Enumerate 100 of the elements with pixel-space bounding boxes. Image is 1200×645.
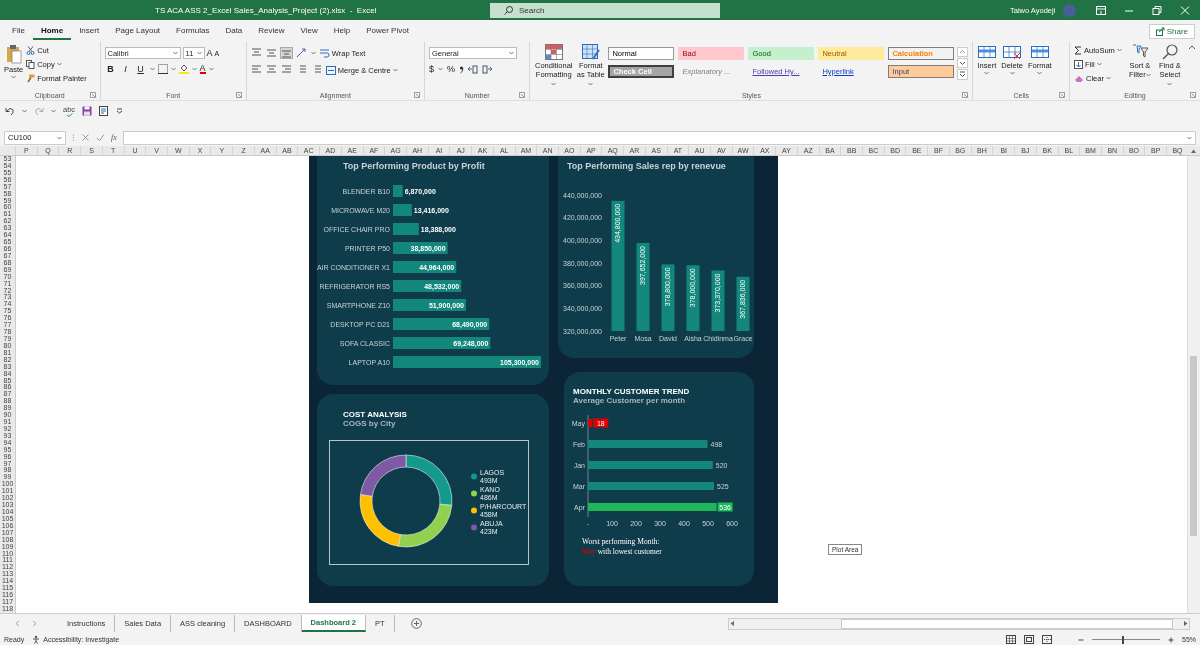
increase-decimal-icon[interactable] [468,64,478,74]
dialog-launcher-icon[interactable] [235,92,242,98]
window-title: TS ACA ASS 2_Excel Sales_Analysis_Project (2).xlsx - Excel [155,5,378,15]
increase-font-button[interactable]: A [206,48,213,58]
table-grid-icon [544,44,563,60]
text-orientation-icon[interactable] [295,48,307,58]
scroll-up-icon[interactable] [1190,147,1198,154]
more-icon[interactable] [957,69,969,80]
scroll-right-icon[interactable] [1183,620,1189,627]
insert-function-button[interactable]: fx [111,133,117,142]
caret-icon [1096,62,1102,66]
prev-sheet-icon[interactable] [14,620,20,627]
zoom-out-icon[interactable] [1078,636,1084,643]
save-icon[interactable] [82,106,93,116]
scroll-down-icon[interactable] [957,58,969,68]
page-layout-icon[interactable] [1024,635,1034,644]
fill-bucket-icon[interactable] [178,64,189,74]
vertical-scrollbar[interactable] [1187,156,1200,613]
menu-tab[interactable]: Page Layout [107,22,169,40]
caret-icon [56,62,62,66]
zoom-in-icon[interactable] [1168,636,1174,643]
caret-icon [551,82,557,86]
align-left-icon[interactable] [250,65,262,75]
caret-icon [310,51,316,55]
font-color-button[interactable]: A [199,64,206,74]
percent-button[interactable]: % [446,64,455,74]
search-field[interactable]: Search [490,2,720,18]
caret-icon [22,109,27,113]
scissors-icon [26,45,36,55]
bold-button[interactable]: B [104,64,117,74]
menu-tab[interactable]: Insert [71,22,108,40]
clipboard-icon [5,44,22,64]
slider-thumb[interactable] [1121,635,1124,644]
dialog-launcher-icon[interactable] [519,92,526,98]
normal-view-icon[interactable] [1006,635,1016,644]
enter-icon[interactable] [96,133,105,142]
accessibility-icon [32,635,42,644]
italic-button[interactable]: I [119,64,132,74]
table-brush-icon [581,44,600,60]
align-middle-icon[interactable] [265,48,277,58]
share-button[interactable]: Share [1148,23,1195,39]
caret-icon [588,82,594,86]
menu-tab[interactable]: File [4,22,33,40]
dialog-launcher-icon[interactable] [1059,92,1065,98]
form-icon[interactable] [99,106,110,116]
underline-button[interactable]: U [134,64,147,74]
menu-tab[interactable]: View [292,22,326,40]
cells-grid-icon [1003,44,1022,60]
chart-subtitle: COGS by City [343,419,396,428]
caret-icon [1187,135,1192,140]
caret-icon [172,51,178,55]
add-sheet-icon[interactable] [410,618,422,629]
decrease-decimal-icon[interactable] [482,64,492,74]
search-icon [1160,44,1179,60]
restore-icon[interactable] [1152,5,1163,15]
currency-button[interactable]: $ [428,64,434,74]
borders-icon[interactable] [157,64,168,74]
merge-cells-icon [325,65,336,75]
dialog-launcher-icon[interactable] [1190,92,1196,98]
page-break-icon[interactable] [1042,635,1052,644]
horizontal-scrollbar[interactable] [728,617,1190,630]
wrap-text-icon [319,48,330,58]
cells-grid-icon [1030,44,1049,60]
align-top-icon[interactable] [250,48,262,58]
cancel-icon[interactable] [81,133,90,142]
chart-title: MONTHLY CUSTOMER TREND [573,387,690,396]
dialog-launcher-icon[interactable] [962,92,969,98]
caret-icon [1167,82,1173,86]
menu-tab[interactable]: Data [217,22,251,40]
grip-icon [72,133,75,142]
dialog-launcher-icon[interactable] [413,92,420,98]
ribbon-display-icon[interactable] [1096,5,1107,15]
comma-style-icon[interactable] [459,64,464,74]
caret-icon [191,67,197,71]
paintbrush-icon [26,73,36,83]
chart-title: Top Performing Product by Profit [343,161,485,171]
customize-caret-icon[interactable] [116,108,124,114]
redo-icon[interactable] [34,106,44,116]
next-sheet-icon[interactable] [32,620,38,627]
scroll-left-icon[interactable] [729,620,735,627]
zoom-slider[interactable] [1092,635,1160,644]
close-icon[interactable] [1180,5,1191,15]
caret-icon [392,68,398,72]
align-right-icon[interactable] [280,65,292,75]
share-icon [1155,26,1165,36]
align-center-icon[interactable] [265,65,277,75]
menu-tab[interactable]: Power Pivot [358,22,417,40]
cells-grid-icon [977,44,996,60]
menu-tab[interactable]: Home [32,22,72,40]
chart-subtitle: Average Customer per month [573,396,686,405]
menu-tab[interactable]: Formulas [168,22,218,40]
collapse-ribbon-icon[interactable] [1188,44,1196,50]
menu-tab[interactable]: Help [325,22,359,40]
caret-icon [1009,71,1015,75]
caret-icon [11,75,17,79]
formula-input[interactable] [122,130,1196,145]
copy-icon [26,59,36,69]
dialog-launcher-icon[interactable] [89,92,96,98]
undo-icon[interactable] [5,106,15,116]
menu-tab[interactable]: Review [250,22,293,40]
